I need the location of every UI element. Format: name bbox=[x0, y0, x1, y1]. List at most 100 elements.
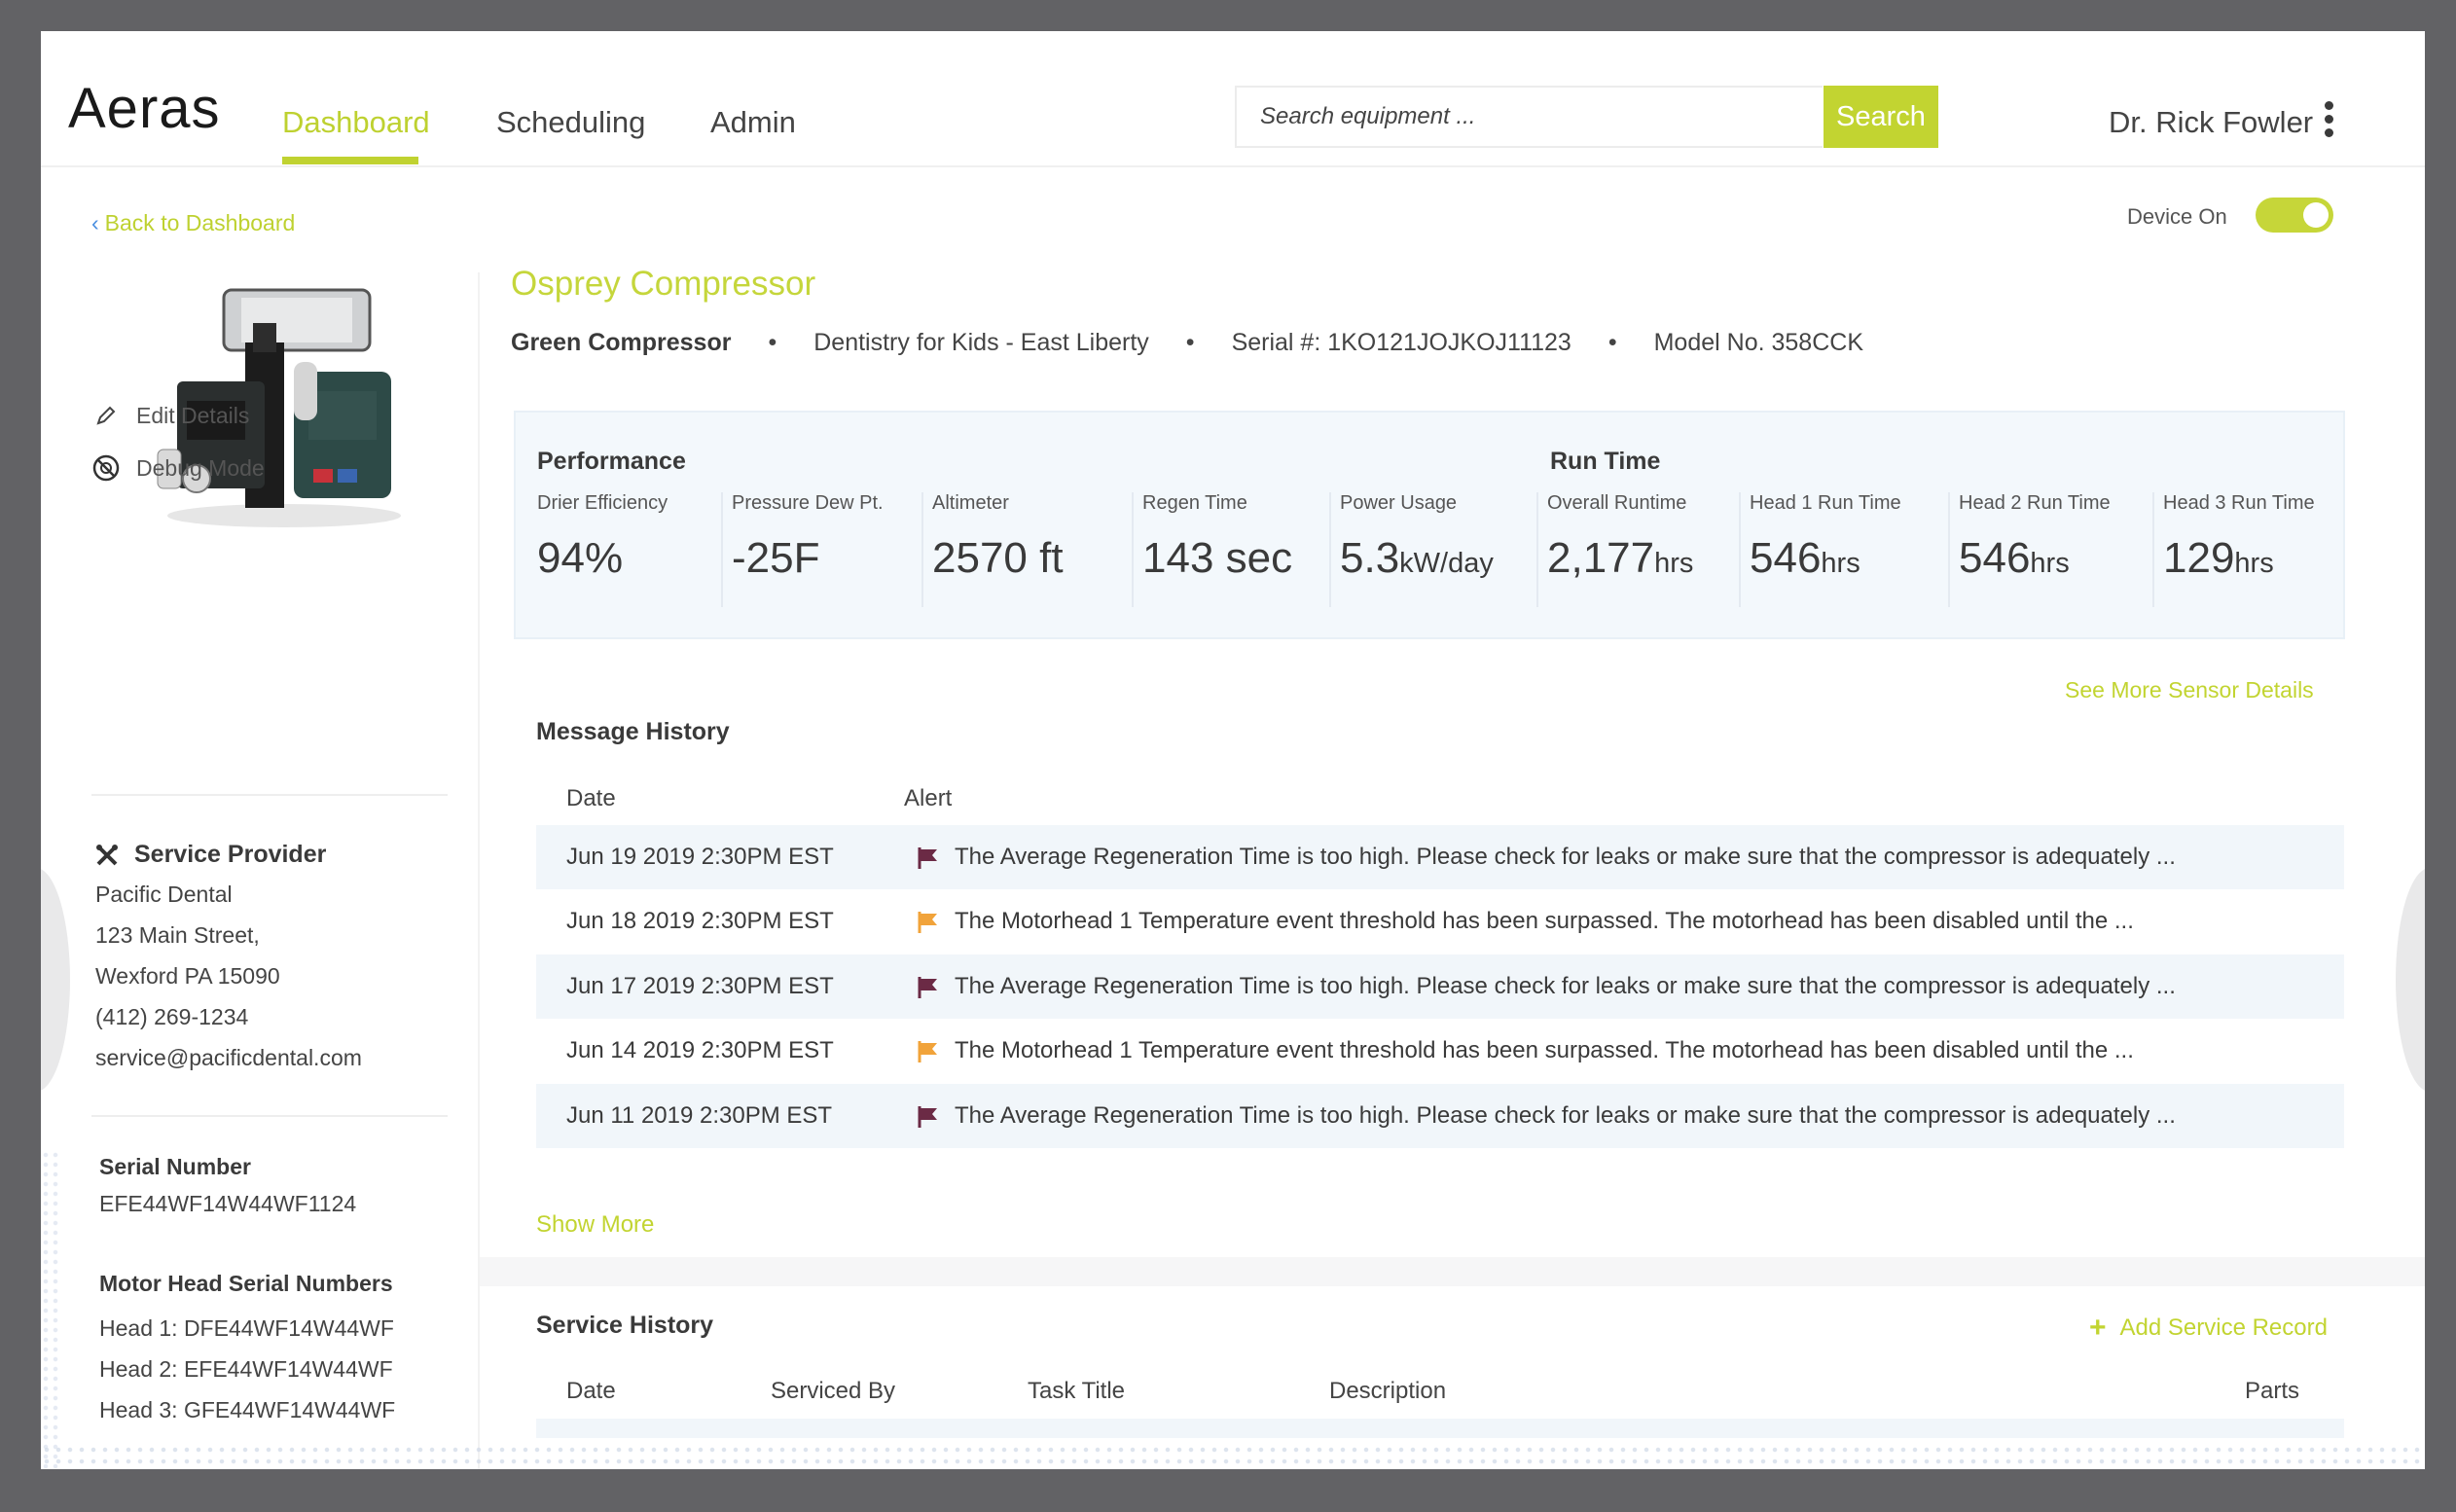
active-tab-indicator bbox=[282, 157, 418, 164]
service-provider-heading: Service Provider bbox=[95, 841, 326, 869]
tools-icon bbox=[96, 844, 118, 865]
meta-separator: • bbox=[1607, 329, 1617, 356]
svc-col-description[interactable]: Description bbox=[1329, 1378, 1446, 1405]
provider-street: 123 Main Street, bbox=[95, 922, 260, 948]
metric-label: Head 1 Run Time bbox=[1750, 492, 1901, 514]
tab-admin[interactable]: Admin bbox=[710, 105, 796, 140]
metric-unit: hrs bbox=[1654, 548, 1694, 579]
section-separator bbox=[480, 1257, 2425, 1286]
more-menu-icon[interactable] bbox=[2325, 101, 2334, 144]
product-title: Osprey Compressor bbox=[511, 265, 816, 303]
metric-divider bbox=[2152, 492, 2154, 607]
metric-divider bbox=[1739, 492, 1741, 607]
metric-altimeter: Altimeter 2570 ft bbox=[921, 492, 1064, 619]
motor-head-1: Head 1: DFE44WF14W44WF bbox=[99, 1315, 394, 1341]
metric-divider bbox=[721, 492, 723, 607]
flag-icon bbox=[918, 1106, 937, 1128]
search-field bbox=[1235, 86, 1823, 148]
decorative-dots bbox=[41, 1444, 2425, 1469]
metric-label: Head 2 Run Time bbox=[1959, 492, 2111, 514]
device-status-label: Device On bbox=[2127, 204, 2227, 229]
message-date: Jun 17 2019 2:30PM EST bbox=[566, 973, 834, 999]
metric-unit: kW/day bbox=[1399, 548, 1494, 579]
svc-col-date[interactable]: Date bbox=[566, 1378, 616, 1405]
app-window: Aeras Dashboard Scheduling Admin Search … bbox=[41, 31, 2425, 1469]
search-button[interactable]: Search bbox=[1824, 86, 1938, 148]
show-more-link[interactable]: Show More bbox=[536, 1211, 654, 1239]
tab-dashboard[interactable]: Dashboard bbox=[282, 105, 430, 140]
user-name[interactable]: Dr. Rick Fowler bbox=[2109, 105, 2313, 140]
metric-value: 546 bbox=[1750, 534, 1822, 582]
debug-icon bbox=[91, 453, 121, 483]
message-row[interactable]: Jun 17 2019 2:30PM EST The Average Regen… bbox=[536, 954, 2344, 1019]
decorative-dots bbox=[41, 1150, 62, 1469]
col-alert[interactable]: Alert bbox=[904, 785, 952, 812]
back-to-dashboard-link[interactable]: ‹ Back to Dashboard bbox=[91, 210, 295, 236]
edit-details-button[interactable]: Edit Details bbox=[91, 401, 249, 430]
svc-col-parts[interactable]: Parts bbox=[2245, 1378, 2299, 1405]
col-date[interactable]: Date bbox=[566, 785, 616, 812]
service-provider-title: Service Provider bbox=[134, 841, 327, 868]
message-text: The Average Regeneration Time is too hig… bbox=[955, 973, 2176, 999]
metric-divider bbox=[1536, 492, 1538, 607]
metric-unit: hrs bbox=[2234, 548, 2274, 579]
product-model: Model No. 358CCK bbox=[1653, 329, 1863, 356]
message-date: Jun 18 2019 2:30PM EST bbox=[566, 908, 834, 934]
message-row[interactable]: Jun 18 2019 2:30PM EST The Motorhead 1 T… bbox=[536, 889, 2344, 954]
metric-value: -25F bbox=[732, 534, 820, 582]
metric-label: Power Usage bbox=[1340, 492, 1458, 514]
motor-head-label: Motor Head Serial Numbers bbox=[99, 1271, 393, 1296]
metric-divider bbox=[1132, 492, 1134, 607]
svc-col-serviced-by[interactable]: Serviced By bbox=[771, 1378, 895, 1405]
column-divider bbox=[478, 272, 480, 1469]
metric-unit: hrs bbox=[2030, 548, 2070, 579]
add-service-record-button[interactable]: + Add Service Record bbox=[2089, 1312, 2328, 1345]
debug-mode-button[interactable]: Debug Mode bbox=[91, 453, 265, 483]
metric-value: 546 bbox=[1959, 534, 2031, 582]
metric-label: Pressure Dew Pt. bbox=[732, 492, 884, 514]
performance-title: Performance bbox=[537, 448, 686, 475]
back-link-label: Back to Dashboard bbox=[104, 210, 296, 235]
device-on-toggle[interactable] bbox=[2256, 198, 2333, 233]
metric-value: 2,177 bbox=[1547, 534, 1655, 582]
serial-number-value: EFE44WF14W44WF1124 bbox=[99, 1191, 357, 1216]
svc-col-task-title[interactable]: Task Title bbox=[1028, 1378, 1125, 1405]
service-history-title: Service History bbox=[536, 1312, 714, 1339]
tab-scheduling[interactable]: Scheduling bbox=[496, 105, 645, 140]
provider-phone: (412) 269-1234 bbox=[95, 1004, 249, 1029]
metric-head3-runtime: Head 3 Run Time 129hrs bbox=[2152, 492, 2315, 619]
metric-divider bbox=[1948, 492, 1950, 607]
message-text: The Average Regeneration Time is too hig… bbox=[955, 1102, 2176, 1129]
left-divider bbox=[91, 794, 448, 796]
debug-mode-label: Debug Mode bbox=[136, 454, 265, 481]
message-row[interactable]: Jun 14 2019 2:30PM EST The Motorhead 1 T… bbox=[536, 1019, 2344, 1083]
message-row[interactable]: Jun 11 2019 2:30PM EST The Average Regen… bbox=[536, 1084, 2344, 1148]
provider-name: Pacific Dental bbox=[95, 882, 233, 907]
metric-label: Altimeter bbox=[932, 492, 1009, 514]
metric-value: 5.3 bbox=[1340, 534, 1400, 582]
pencil-icon bbox=[91, 401, 121, 430]
metric-divider bbox=[921, 492, 923, 607]
message-text: The Motorhead 1 Temperature event thresh… bbox=[955, 908, 2134, 934]
see-more-sensor-link[interactable]: See More Sensor Details bbox=[2065, 677, 2314, 703]
message-row[interactable]: Jun 19 2019 2:30PM EST The Average Regen… bbox=[536, 825, 2344, 889]
left-divider bbox=[91, 1115, 448, 1117]
meta-separator: • bbox=[1185, 329, 1195, 356]
carousel-prev-arc[interactable] bbox=[41, 868, 70, 1092]
top-header: Aeras Dashboard Scheduling Admin Search … bbox=[41, 31, 2425, 167]
flag-icon bbox=[918, 977, 937, 998]
flag-icon bbox=[918, 1041, 937, 1062]
provider-email[interactable]: service@pacificdental.com bbox=[95, 1045, 362, 1071]
search-input[interactable] bbox=[1237, 88, 1823, 146]
metric-label: Drier Efficiency bbox=[537, 492, 668, 514]
metric-regen-time: Regen Time 143 sec bbox=[1132, 492, 1292, 619]
edit-details-label: Edit Details bbox=[136, 402, 250, 428]
app-logo[interactable]: Aeras bbox=[68, 76, 221, 141]
serial-number-label: Serial Number bbox=[99, 1154, 251, 1179]
metric-label: Head 3 Run Time bbox=[2163, 492, 2315, 514]
message-history-title: Message History bbox=[536, 718, 730, 745]
metric-label: Regen Time bbox=[1142, 492, 1247, 514]
metric-power-usage: Power Usage 5.3kW/day bbox=[1329, 492, 1494, 619]
product-type: Green Compressor bbox=[511, 329, 732, 356]
carousel-next-arc[interactable] bbox=[2396, 868, 2425, 1092]
